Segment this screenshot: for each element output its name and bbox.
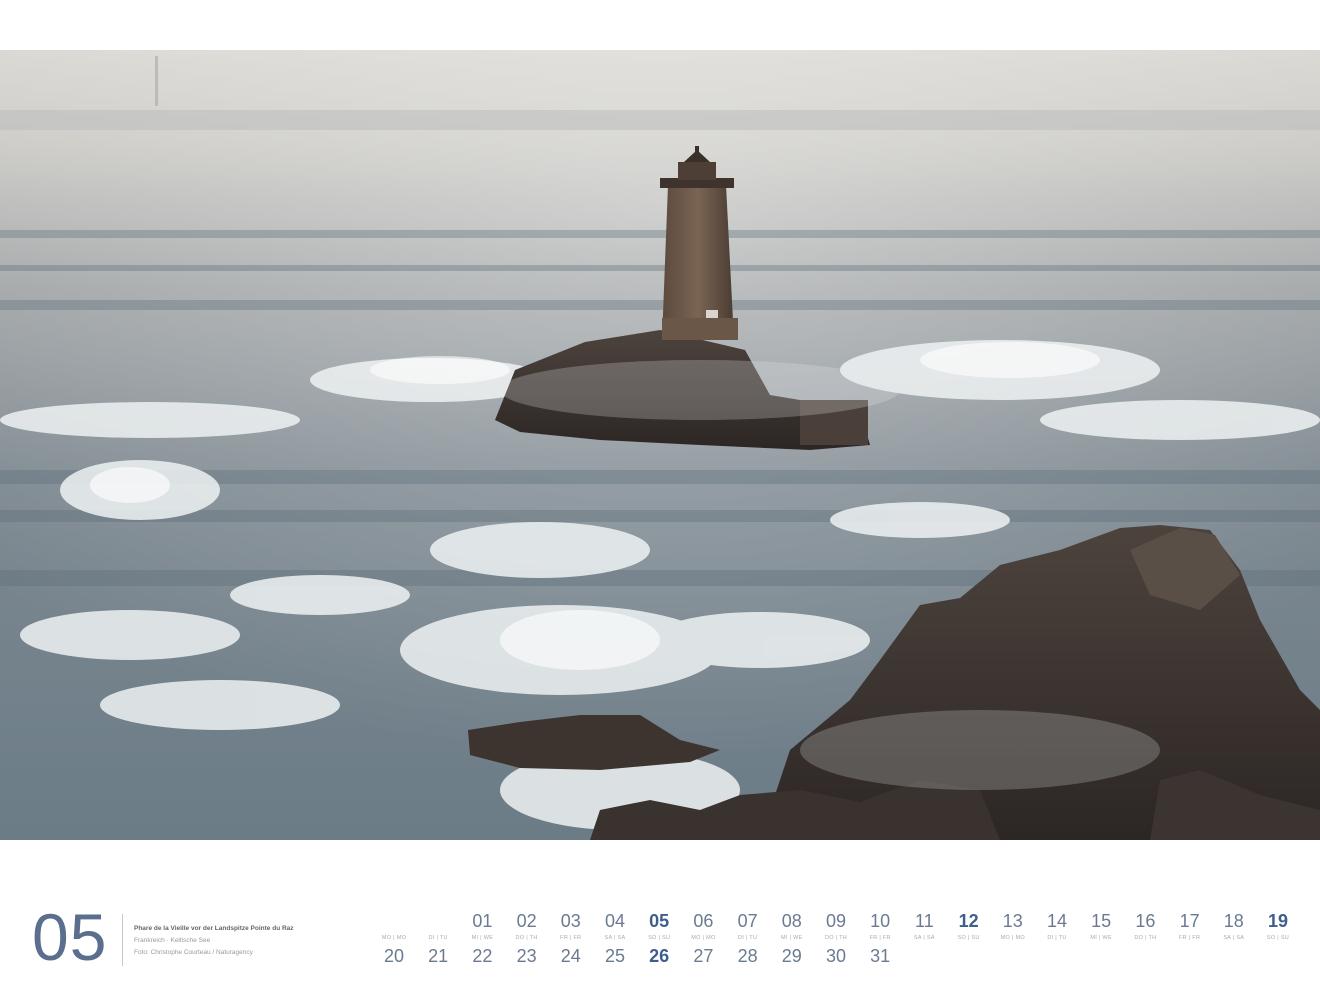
day-number: 26 <box>649 946 670 966</box>
weekday-label: MO | MO <box>1000 935 1025 941</box>
weekday-label-text: DI | TU <box>428 935 448 941</box>
caption-location: Frankreich · Keltische See <box>134 937 211 944</box>
photo-caption: Phare de la Vieille vor der Landspitze P… <box>134 923 304 959</box>
day-number: 07 <box>737 911 758 931</box>
calendar-day: 23 <box>505 944 549 968</box>
day-number: 27 <box>693 946 714 966</box>
month-number: 05 <box>32 900 108 974</box>
weekday-label: DO | TH <box>1134 935 1157 941</box>
calendar-day: 25 <box>593 944 637 968</box>
lighthouse-photo <box>0 50 1320 840</box>
weekday-label: SA | SA <box>604 935 626 941</box>
day-number: 21 <box>428 946 449 966</box>
day-number: 28 <box>737 946 758 966</box>
day-number: 24 <box>560 946 581 966</box>
day-number: 01 <box>472 911 493 931</box>
calendar-day: 22 <box>460 944 504 968</box>
day-number: 03 <box>560 911 581 931</box>
calendar-day: 30 <box>814 944 858 968</box>
weekday-label: DO | TH <box>824 935 848 941</box>
day-number: 31 <box>870 946 891 966</box>
calendar-day: 10 FR | FR <box>858 908 902 942</box>
day-number: 02 <box>516 911 537 931</box>
weekday-label: MO | MO <box>691 935 716 941</box>
weekday-label: MO | MO <box>372 934 416 942</box>
caption-title: Phare de la Vieille vor der Landspitze P… <box>134 925 294 932</box>
day-number: 04 <box>604 911 626 931</box>
weekday-label: DI | TU <box>1047 935 1067 941</box>
weekday-label: FR | FR <box>869 935 891 941</box>
calendar-day: 26 <box>637 944 681 968</box>
calendar-day: 08 MI | WE <box>770 908 814 942</box>
calendar-day: 07 DI | TU <box>726 908 770 942</box>
day-number: 09 <box>825 911 847 931</box>
day-number: 30 <box>825 946 847 966</box>
day-number: 19 <box>1267 911 1289 931</box>
day-number: 23 <box>516 946 537 966</box>
day-number: 17 <box>1179 911 1200 931</box>
calendar-day: 19 SO | SU <box>1256 908 1300 942</box>
day-number: 14 <box>1046 911 1068 931</box>
weekday-label: SO | SU <box>957 935 980 941</box>
calendar-day: 05 SO | SU <box>637 908 681 942</box>
weekday-label: SO | SU <box>1266 935 1290 941</box>
weekday-label-text: MO | MO <box>381 935 407 941</box>
calendar-day: 27 <box>681 944 725 968</box>
calendar-day: 02 DO | TH <box>505 908 549 942</box>
calendar-day: 13 MO | MO <box>991 908 1035 942</box>
day-number: 05 <box>649 911 670 931</box>
calendar-day: 11 SA | SA <box>902 908 946 942</box>
month-divider <box>122 914 123 966</box>
calendar-day: 12 SO | SU <box>947 908 991 942</box>
weekday-label: MI | WE <box>781 935 803 941</box>
weekday-label: MI | WE <box>471 935 494 941</box>
calendar-day: 16 DO | TH <box>1123 908 1167 942</box>
day-number: 10 <box>870 911 891 931</box>
calendar-day: 31 <box>858 944 902 968</box>
weekday-label: FR | FR <box>560 935 582 941</box>
calendar-day: 04 SA | SA <box>593 908 637 942</box>
calendar-day: 24 <box>549 944 593 968</box>
weekday-label: FR | FR <box>1178 935 1201 941</box>
day-number: 20 <box>383 946 405 966</box>
calendar-day: 09 DO | TH <box>814 908 858 942</box>
weekday-label: SA | SA <box>1223 935 1245 941</box>
weekday-label: SO | SU <box>648 935 671 941</box>
calendar-day: 28 <box>726 944 770 968</box>
caption-credit: Foto: Christophe Courteau / Naturagency <box>134 949 253 956</box>
weekday-label: DI | TU <box>416 934 460 942</box>
weekday-label: DI | TU <box>737 935 758 941</box>
day-number: 12 <box>958 911 979 931</box>
day-number: 18 <box>1223 911 1244 931</box>
calendar-day: 01 MI | WE <box>460 908 504 942</box>
weekday-label: MI | WE <box>1090 935 1112 941</box>
calendar-day: 21 <box>416 944 460 968</box>
day-number: 25 <box>604 946 626 966</box>
day-number: 16 <box>1135 911 1156 931</box>
weekday-label: SA | SA <box>913 935 935 941</box>
day-number: 11 <box>915 911 934 931</box>
day-number: 08 <box>781 911 802 931</box>
calendar-day: 03 FR | FR <box>549 908 593 942</box>
calendar-day: 15 MI | WE <box>1079 908 1123 942</box>
calendar-day: 06 MO | MO <box>681 908 725 942</box>
calendar-day: 29 <box>770 944 814 968</box>
day-number: 15 <box>1091 911 1112 931</box>
day-number: 13 <box>1002 911 1023 931</box>
calendar-day: 18 SA | SA <box>1212 908 1256 942</box>
weekday-label: DO | TH <box>515 935 538 941</box>
calendar-day: 17 FR | FR <box>1168 908 1212 942</box>
day-number: 29 <box>781 946 802 966</box>
day-number: 06 <box>693 911 714 931</box>
calendar-day: 20 <box>372 944 416 968</box>
seascape-illustration <box>0 50 1320 840</box>
calendar-day: 14 DI | TU <box>1035 908 1079 942</box>
day-number: 22 <box>472 946 493 966</box>
